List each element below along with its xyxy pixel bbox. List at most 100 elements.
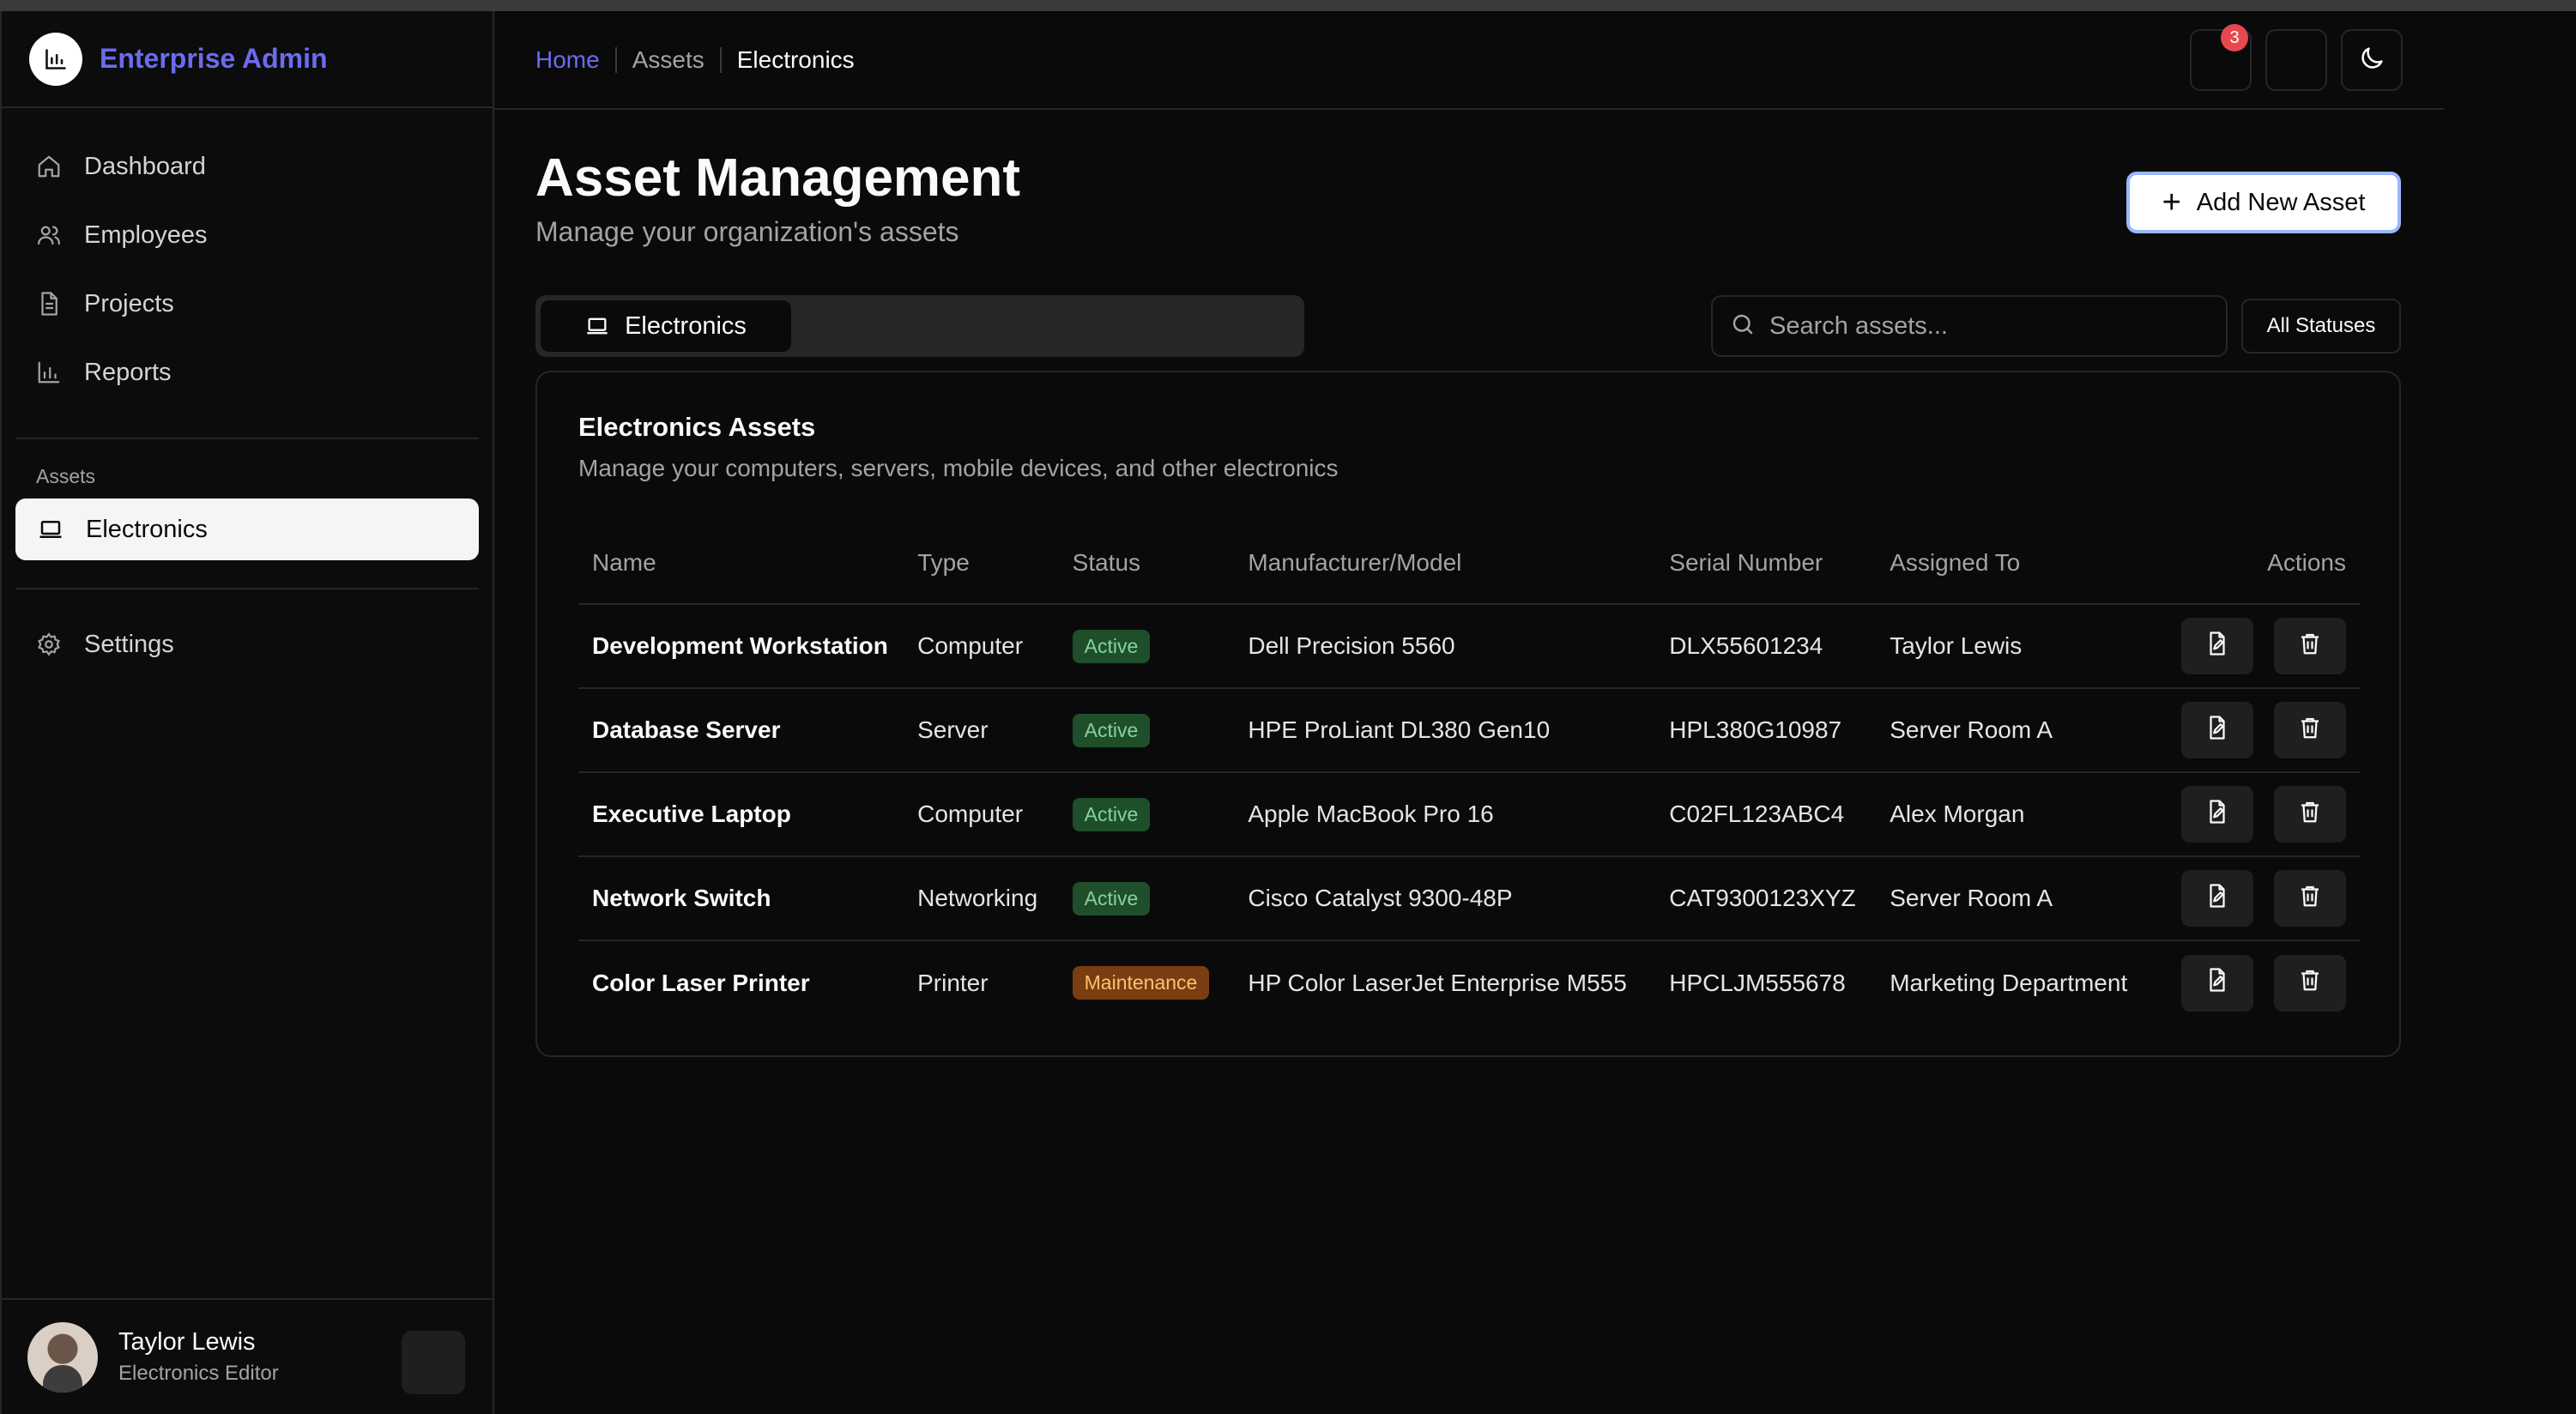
column-header-status: Status [1058, 522, 1235, 605]
column-header-name: Name [578, 522, 904, 605]
sidebar-item-employees[interactable]: Employees [15, 204, 479, 266]
card-title: Electronics Assets [578, 412, 816, 442]
column-header-model: Manufacturer/Model [1234, 522, 1656, 605]
table-header-row: Name Type Status Manufacturer/Model Seri… [578, 522, 2360, 605]
assets-table: Name Type Status Manufacturer/Model Seri… [578, 522, 2360, 1024]
breadcrumb-current: Electronics [736, 45, 855, 73]
edit-button[interactable] [2181, 870, 2254, 927]
tab-label: Electronics [625, 311, 747, 340]
sidebar-item-label: Electronics [86, 515, 208, 543]
asset-model: Dell Precision 5560 [1234, 604, 1656, 689]
bar-chart-icon [36, 360, 62, 385]
top-header: Home Assets Electronics 3 [494, 11, 2444, 110]
search-input[interactable] [1769, 311, 2198, 341]
delete-button[interactable] [2274, 618, 2346, 674]
asset-name: Executive Laptop [578, 772, 904, 857]
sidebar-item-settings[interactable]: Settings [15, 613, 479, 675]
asset-assigned: Server Room A [1876, 688, 2155, 773]
asset-serial: HPCLJM555678 [1669, 969, 1846, 996]
sidebar-nav: Dashboard Employees Projects Reports [2, 108, 493, 403]
asset-serial: HPL380G10987 [1655, 688, 1877, 773]
asset-serial: DLX55601234 [1655, 604, 1877, 689]
bar-chart-icon [29, 32, 82, 86]
laptop-icon [38, 517, 63, 542]
home-icon [36, 154, 62, 179]
file-edit-icon [2204, 631, 2230, 662]
delete-button[interactable] [2274, 870, 2346, 927]
asset-model: HPE ProLiant DL380 Gen10 [1234, 688, 1656, 773]
trash-icon [2297, 631, 2323, 662]
asset-type: Printer [917, 969, 989, 996]
table-row: Network Switch Networking Active Cisco C… [578, 856, 2360, 941]
sidebar-item-projects[interactable]: Projects [15, 273, 479, 335]
asset-serial: CAT9300123XYZ [1655, 856, 1877, 941]
user-name: Taylor Lewis [118, 1328, 256, 1356]
notification-badge: 3 [2221, 24, 2248, 51]
table-row: Color Laser Printer Printer Maintenance … [578, 940, 2360, 1024]
asset-name: Development Workstation [578, 604, 904, 689]
breadcrumb-assets[interactable]: Assets [632, 46, 704, 74]
sidebar-item-label: Employees [84, 221, 208, 249]
search-box[interactable] [1711, 295, 2228, 357]
sidebar-item-label: Settings [84, 630, 174, 658]
file-icon [36, 291, 62, 317]
plus-icon: + [2162, 184, 2181, 221]
asset-name: Network Switch [578, 856, 904, 941]
user-profile[interactable]: Taylor Lewis Electronics Editor [2, 1298, 493, 1414]
card-description: Manage your computers, servers, mobile d… [578, 455, 1339, 481]
edit-button[interactable] [2181, 954, 2254, 1012]
column-header-actions: Actions [2154, 522, 2360, 605]
users-icon [36, 222, 62, 248]
asset-model: HP Color LaserJet Enterprise M555 [1248, 969, 1627, 996]
asset-serial: C02FL123ABC4 [1655, 772, 1877, 857]
delete-button[interactable] [2274, 954, 2346, 1012]
brand[interactable]: Enterprise Admin [2, 11, 493, 108]
status-filter-select[interactable]: All Statuses [2241, 299, 2401, 354]
trash-icon [2297, 883, 2323, 915]
edit-button[interactable] [2181, 786, 2254, 843]
trash-icon [2297, 967, 2323, 999]
tab-electronics[interactable]: Electronics [541, 300, 791, 352]
sidebar-divider [15, 588, 479, 589]
edit-button[interactable] [2181, 702, 2254, 758]
assets-card: Electronics Assets Manage your computers… [535, 371, 2401, 1057]
status-badge: Active [1072, 713, 1151, 747]
search-icon [1730, 311, 1756, 341]
add-button-label: Add New Asset [2196, 188, 2366, 216]
breadcrumb-home[interactable]: Home [535, 46, 600, 74]
theme-toggle-button[interactable] [2341, 29, 2403, 91]
user-menu-button[interactable] [402, 1331, 465, 1394]
sidebar-item-reports[interactable]: Reports [15, 341, 479, 403]
laptop-icon [585, 314, 609, 338]
header-action-button[interactable] [2265, 29, 2327, 91]
status-badge: Maintenance [1072, 966, 1210, 1000]
asset-tabs: Electronics [535, 295, 1304, 357]
asset-type: Computer [904, 772, 1059, 857]
add-new-asset-button[interactable]: + Add New Asset [2126, 172, 2401, 233]
asset-name: Color Laser Printer [592, 969, 810, 996]
avatar [27, 1321, 98, 1393]
edit-button[interactable] [2181, 618, 2254, 674]
delete-button[interactable] [2274, 702, 2346, 758]
asset-type: Networking [904, 856, 1059, 941]
table-row: Database Server Server Active HPE ProLia… [578, 688, 2360, 773]
table-row: Executive Laptop Computer Active Apple M… [578, 772, 2360, 857]
breadcrumb-separator [614, 46, 617, 73]
column-header-serial: Serial Number [1655, 522, 1877, 605]
sidebar-item-label: Dashboard [84, 152, 206, 180]
sidebar: Enterprise Admin Dashboard Employees Pro… [0, 11, 494, 1414]
breadcrumb-separator [719, 46, 722, 73]
sidebar-item-dashboard[interactable]: Dashboard [15, 136, 479, 197]
user-role: Electronics Editor [118, 1362, 279, 1385]
sidebar-item-electronics[interactable]: Electronics [15, 499, 479, 560]
asset-model: Apple MacBook Pro 16 [1234, 772, 1656, 857]
asset-type: Computer [904, 604, 1059, 689]
asset-assigned: Alex Morgan [1876, 772, 2155, 857]
window-top-strip [0, 0, 2576, 11]
gear-icon [36, 631, 62, 657]
asset-assigned: Marketing Department [1890, 969, 2128, 996]
notifications-button[interactable]: 3 [2190, 24, 2252, 91]
delete-button[interactable] [2274, 786, 2346, 843]
table-row: Development Workstation Computer Active … [578, 604, 2360, 689]
sidebar-item-label: Reports [84, 358, 172, 386]
